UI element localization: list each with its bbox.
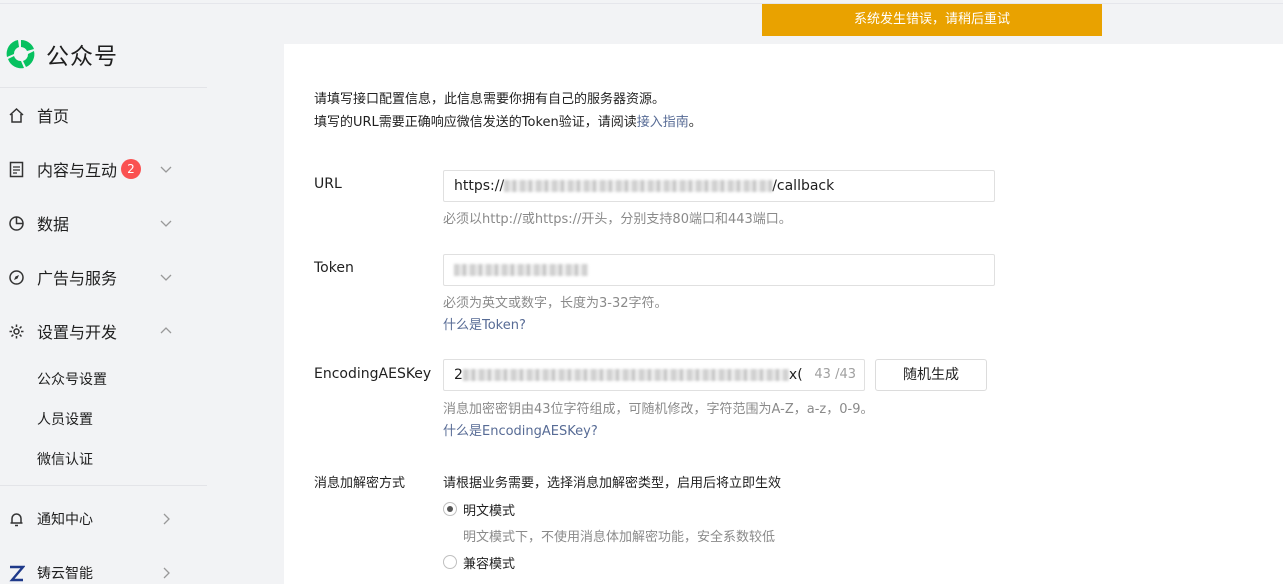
aes-key-label: EncodingAESKey: [314, 366, 432, 382]
sidebar-item-label: 广告与服务: [37, 269, 118, 288]
sidebar-item-label: 首页: [37, 107, 70, 126]
token-input[interactable]: [443, 254, 995, 286]
url-hint: 必须以http://或https://开头，分别支持80端口和443端口。: [443, 212, 792, 227]
sidebar-item-data[interactable]: 数据: [0, 207, 207, 239]
error-banner: 系统发生错误，请稍后重试: [762, 4, 1102, 36]
sidebar-item-label: 内容与互动: [37, 161, 118, 180]
token-hint: 必须为英文或数字，长度为3-32字符。: [443, 296, 668, 311]
sidebar-subitem-account-settings[interactable]: 公众号设置: [37, 369, 107, 389]
redacted-text: [454, 264, 588, 276]
url-value-suffix: /callback: [772, 178, 835, 194]
sidebar-subitem-wechat-verification[interactable]: 微信认证: [37, 449, 93, 469]
chevron-down-icon: [160, 274, 172, 281]
aes-key-value-prefix: 2: [454, 367, 463, 383]
plaintext-mode-radio[interactable]: [443, 502, 457, 516]
sidebar-item-ads-services[interactable]: 广告与服务: [0, 261, 207, 293]
aes-key-hint: 消息加密密钥由43位字符组成，可随机修改，字符范围为A-Z，a-z，0-9。: [443, 402, 874, 417]
app-logo[interactable]: 公众号: [4, 36, 118, 72]
sidebar-item-content[interactable]: 内容与互动 2: [0, 153, 207, 185]
compass-icon: [9, 270, 24, 285]
sidebar-item-notifications[interactable]: 通知中心: [0, 503, 207, 535]
intro-line-1: 请填写接口配置信息，此信息需要你拥有自己的服务器资源。: [314, 92, 666, 107]
notification-badge: 2: [121, 159, 141, 179]
encryption-mode-label: 消息加解密方式: [314, 476, 406, 491]
sidebar-item-settings-dev[interactable]: 设置与开发: [0, 315, 207, 347]
home-icon: [9, 107, 24, 123]
aes-key-input[interactable]: 2 x( 43 /43: [443, 359, 865, 391]
logo-text: 公众号: [46, 44, 118, 70]
divider: [0, 87, 207, 88]
url-value-prefix: https://: [454, 178, 505, 194]
aes-key-value-suffix: x(: [788, 367, 803, 383]
intro-text: 填写的URL需要正确响应微信发送的Token验证，请阅读: [314, 115, 637, 130]
redacted-text: [504, 180, 773, 192]
z-logo-icon: [9, 565, 25, 582]
redacted-text: [462, 369, 789, 381]
encryption-mode-description: 请根据业务需要，选择消息加解密类型，启用后将立即生效: [443, 476, 782, 491]
intro-text: 。: [688, 115, 702, 130]
compatible-mode-label[interactable]: 兼容模式: [463, 553, 515, 572]
sidebar-item-zhuyun[interactable]: 铸云智能: [0, 557, 207, 584]
character-counter: 43 /43: [814, 367, 856, 382]
url-input[interactable]: https:// /callback: [443, 170, 995, 202]
random-generate-button[interactable]: 随机生成: [875, 359, 987, 391]
sidebar-item-label: 通知中心: [37, 512, 93, 528]
sidebar-item-label: 数据: [37, 215, 70, 234]
sidebar-item-label: 铸云智能: [37, 566, 93, 582]
wechat-official-account-logo-icon: [6, 40, 35, 69]
token-label: Token: [314, 260, 354, 276]
gear-icon: [9, 324, 24, 339]
sidebar-item-home[interactable]: 首页: [0, 99, 207, 131]
access-guide-link[interactable]: 接入指南: [637, 115, 689, 130]
chevron-right-icon: [163, 513, 170, 525]
url-label: URL: [314, 176, 342, 192]
what-is-aes-key-link[interactable]: 什么是EncodingAESKey?: [443, 420, 598, 439]
plaintext-mode-description: 明文模式下，不使用消息体加解密功能，安全系数较低: [463, 530, 776, 545]
chevron-down-icon: [160, 220, 172, 227]
sidebar-item-label: 设置与开发: [37, 323, 118, 342]
intro-line-2: 填写的URL需要正确响应微信发送的Token验证，请阅读接入指南。: [314, 111, 702, 130]
sidebar: 公众号 首页 内容与互动 2 数据 广告与服务 设置与开发 公众号设置 人员设置…: [0, 4, 207, 584]
pie-chart-icon: [9, 216, 24, 231]
compatible-mode-radio[interactable]: [443, 555, 457, 569]
chevron-right-icon: [163, 567, 170, 579]
chevron-up-icon: [160, 327, 172, 334]
divider: [0, 485, 207, 486]
bell-icon: [10, 513, 23, 527]
sidebar-subitem-staff-settings[interactable]: 人员设置: [37, 409, 93, 429]
plaintext-mode-label[interactable]: 明文模式: [463, 500, 515, 519]
document-icon: [9, 161, 24, 178]
chevron-down-icon: [160, 166, 172, 173]
what-is-token-link[interactable]: 什么是Token?: [443, 314, 526, 333]
